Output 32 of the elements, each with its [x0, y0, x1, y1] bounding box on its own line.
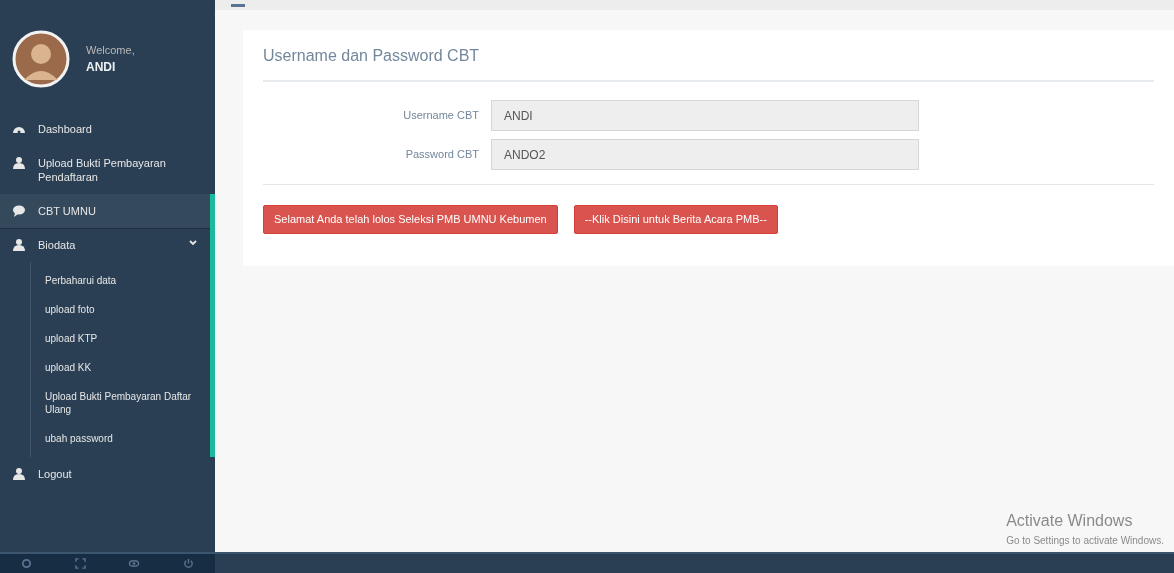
field-label: Password CBT [404, 147, 480, 163]
avatar-icon [12, 30, 70, 88]
text-field[interactable]: ANDI [491, 100, 919, 131]
action-button[interactable]: Selamat Anda telah lolos Seleksi PMB UMNU Kebumen [263, 205, 558, 234]
submenu-item[interactable]: upload KTP [31, 324, 210, 353]
menu-item[interactable]: Logout [0, 457, 215, 491]
submenu-item[interactable]: ubah password [31, 424, 210, 453]
submenu-item[interactable]: upload KK [31, 353, 210, 382]
panel-title: Username dan Password CBT [263, 44, 1154, 82]
activation-notice-title: Activate Windows [1006, 511, 1134, 531]
field-label: Username CBT [402, 108, 480, 124]
text-field[interactable]: ANDO2 [491, 139, 919, 170]
submenu-item[interactable]: Perbaharui data [31, 266, 210, 295]
submenu-item[interactable]: upload foto [31, 295, 210, 324]
action-button[interactable]: --Klik Disini untuk Berita Acara PMB-- [573, 205, 778, 234]
fullscreen-icon[interactable] [74, 558, 86, 569]
menu-item[interactable]: CBT UMNU [0, 194, 210, 228]
menu-item[interactable]: Dashboard [0, 112, 215, 146]
user-icon [12, 238, 26, 252]
menu-toggle-icon[interactable] [231, 4, 245, 7]
welcome-text: Welcome, [86, 42, 135, 58]
submenu-item[interactable]: Upload Bukti Pembayaran Daftar Ulang [31, 382, 210, 424]
power-icon[interactable] [182, 558, 194, 569]
activation-notice-text: Go to Settings to activate Windows. [1006, 534, 1164, 548]
settings-icon[interactable] [21, 558, 33, 569]
user-icon [12, 156, 26, 170]
eye-icon[interactable] [128, 558, 141, 569]
menu-item[interactable]: Biodata [0, 228, 210, 262]
user-icon [12, 467, 26, 481]
menu-item[interactable]: Upload Bukti Pembayaran Pendaftaran [0, 146, 215, 194]
user-name: ANDI [86, 59, 117, 77]
chat-icon [12, 204, 26, 218]
